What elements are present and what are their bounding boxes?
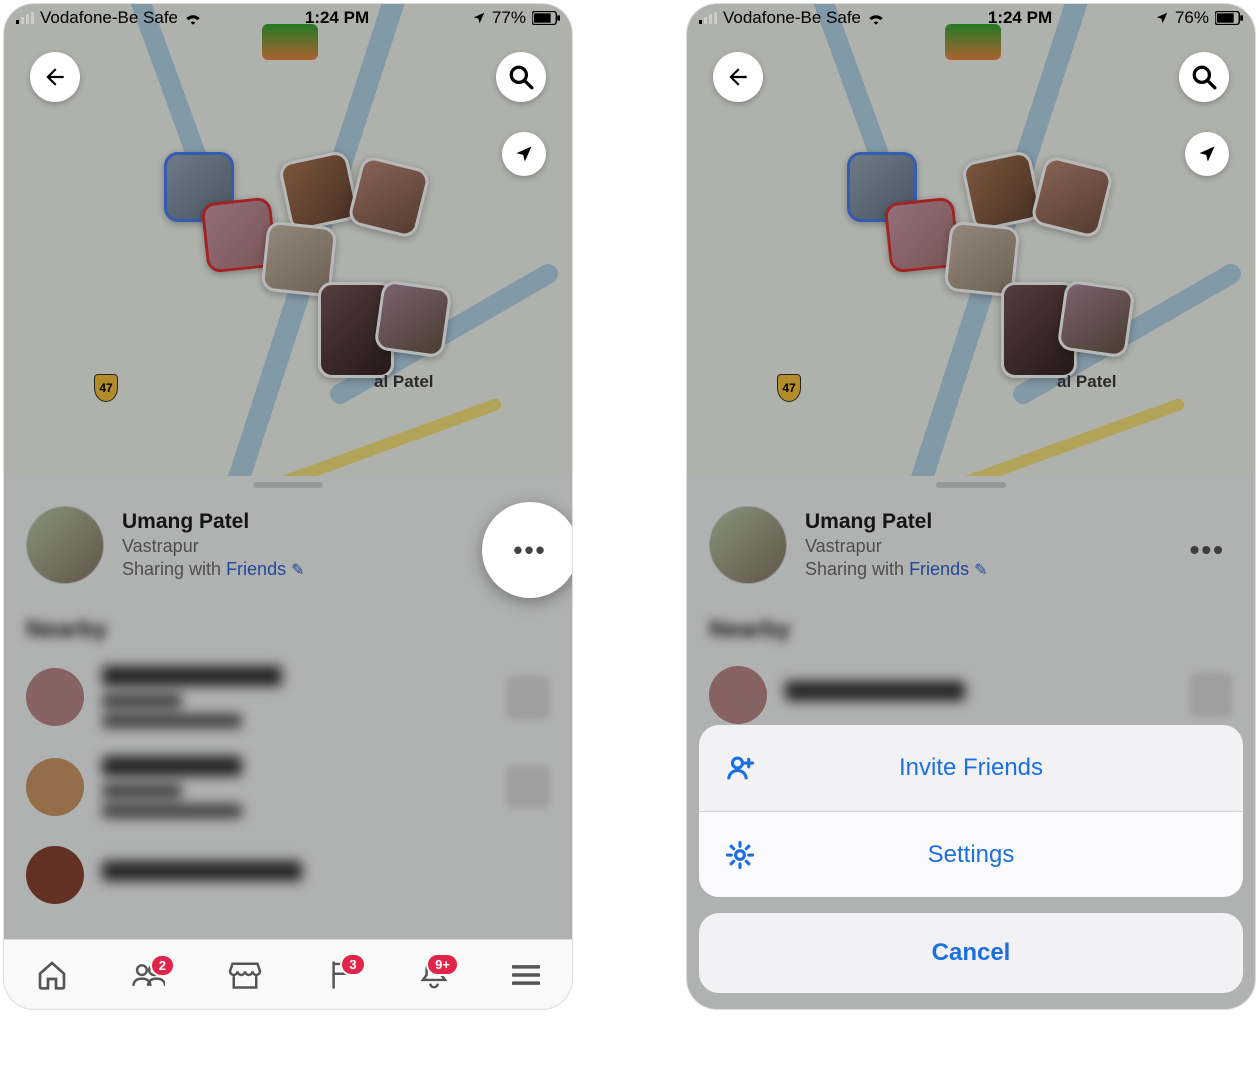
map-friend-pin[interactable]: [277, 149, 360, 232]
carrier-label: Vodafone-Be Safe: [723, 8, 861, 28]
tab-groups[interactable]: 3: [326, 959, 356, 991]
marketplace-icon: [228, 960, 262, 990]
tab-menu[interactable]: [512, 964, 540, 986]
profile-avatar[interactable]: [709, 506, 787, 584]
wifi-icon: [184, 11, 202, 25]
battery-icon: [1215, 11, 1243, 25]
search-icon: [508, 64, 534, 90]
sheet-grabber[interactable]: [253, 482, 323, 488]
location-icon: [472, 11, 486, 25]
action-label: Cancel: [932, 939, 1011, 966]
battery-icon: [532, 11, 560, 25]
map-friend-pin[interactable]: [347, 155, 432, 240]
nearby-heading: Nearby: [687, 598, 1255, 652]
profile-row: Umang Patel Vastrapur Sharing with Frien…: [687, 498, 1255, 598]
map-friend-label: al Patel: [374, 372, 434, 392]
signal-icon: [16, 12, 34, 24]
map-friend-pin[interactable]: [1030, 155, 1115, 240]
status-time: 1:24 PM: [988, 8, 1052, 28]
tab-bar: 2 3 9+: [4, 939, 572, 1009]
action-settings[interactable]: Settings: [699, 811, 1243, 897]
recenter-button[interactable]: [502, 132, 546, 176]
sharing-audience-link[interactable]: Friends: [226, 559, 286, 579]
compass-icon: [514, 144, 534, 164]
map-friend-pin[interactable]: [960, 149, 1043, 232]
map-user-pin-top[interactable]: [945, 24, 1001, 60]
home-icon: [36, 959, 68, 991]
gear-icon: [725, 840, 759, 870]
map-user-pin-top[interactable]: [262, 24, 318, 60]
compass-icon: [1197, 144, 1217, 164]
invite-friends-icon: [725, 753, 759, 783]
more-options-button[interactable]: •••: [482, 502, 572, 598]
nearby-map[interactable]: 47 al Patel: [4, 4, 572, 484]
signal-icon: [699, 12, 717, 24]
search-icon: [1191, 64, 1217, 90]
search-button[interactable]: [496, 52, 546, 102]
tab-home[interactable]: [36, 959, 68, 991]
profile-name: Umang Patel: [805, 510, 988, 534]
bottom-sheet[interactable]: Umang Patel Vastrapur Sharing with Frien…: [4, 476, 572, 1009]
back-button[interactable]: [30, 52, 80, 102]
back-button[interactable]: [713, 52, 763, 102]
highway-shield: 47: [777, 374, 801, 402]
battery-percent: 76%: [1175, 8, 1209, 28]
screenshot-left: Vodafone-Be Safe 1:24 PM 77% 47 al Patel: [4, 4, 572, 1009]
nearby-friend-row[interactable]: [26, 652, 550, 742]
map-friend-pin[interactable]: [373, 279, 452, 358]
pencil-icon[interactable]: ✎: [974, 562, 987, 579]
more-options-button[interactable]: •••: [1190, 534, 1225, 566]
notifications-badge: 9+: [426, 953, 459, 976]
nearby-friend-row[interactable]: [26, 832, 550, 918]
profile-location: Vastrapur: [805, 536, 988, 557]
nearby-friend-row[interactable]: [26, 742, 550, 832]
sharing-label: Sharing with Friends ✎: [805, 559, 988, 580]
status-time: 1:24 PM: [305, 8, 369, 28]
status-bar: Vodafone-Be Safe 1:24 PM 76%: [687, 4, 1255, 28]
action-cancel[interactable]: Cancel: [699, 913, 1243, 993]
wifi-icon: [867, 11, 885, 25]
tab-marketplace[interactable]: [228, 960, 262, 990]
profile-location: Vastrapur: [122, 536, 305, 557]
recenter-button[interactable]: [1185, 132, 1229, 176]
battery-percent: 77%: [492, 8, 526, 28]
location-icon: [1155, 11, 1169, 25]
sheet-grabber[interactable]: [936, 482, 1006, 488]
sharing-label: Sharing with Friends ✎: [122, 559, 305, 580]
nearby-heading: Nearby: [4, 598, 572, 652]
tab-friends[interactable]: 2: [131, 960, 165, 990]
profile-avatar[interactable]: [26, 506, 104, 584]
groups-badge: 3: [340, 953, 365, 976]
arrow-left-icon: [725, 64, 751, 90]
screenshot-right: Vodafone-Be Safe 1:24 PM 76% 47 al Patel: [687, 4, 1255, 1009]
status-bar: Vodafone-Be Safe 1:24 PM 77%: [4, 4, 572, 28]
friends-badge: 2: [150, 954, 175, 977]
sharing-audience-link[interactable]: Friends: [909, 559, 969, 579]
action-label: Settings: [928, 841, 1015, 869]
arrow-left-icon: [42, 64, 68, 90]
carrier-label: Vodafone-Be Safe: [40, 8, 178, 28]
search-button[interactable]: [1179, 52, 1229, 102]
profile-row: Umang Patel Vastrapur Sharing with Frien…: [4, 498, 572, 598]
map-friend-pin[interactable]: [1056, 279, 1135, 358]
action-sheet: Invite Friends Settings Cancel: [699, 725, 1243, 993]
highway-shield: 47: [94, 374, 118, 402]
action-invite-friends[interactable]: Invite Friends: [699, 725, 1243, 811]
hamburger-icon: [512, 964, 540, 986]
profile-name: Umang Patel: [122, 510, 305, 534]
pencil-icon[interactable]: ✎: [291, 562, 304, 579]
tab-notifications[interactable]: 9+: [419, 959, 449, 991]
map-friend-label: al Patel: [1057, 372, 1117, 392]
action-label: Invite Friends: [899, 754, 1043, 782]
nearby-map[interactable]: 47 al Patel: [687, 4, 1255, 484]
